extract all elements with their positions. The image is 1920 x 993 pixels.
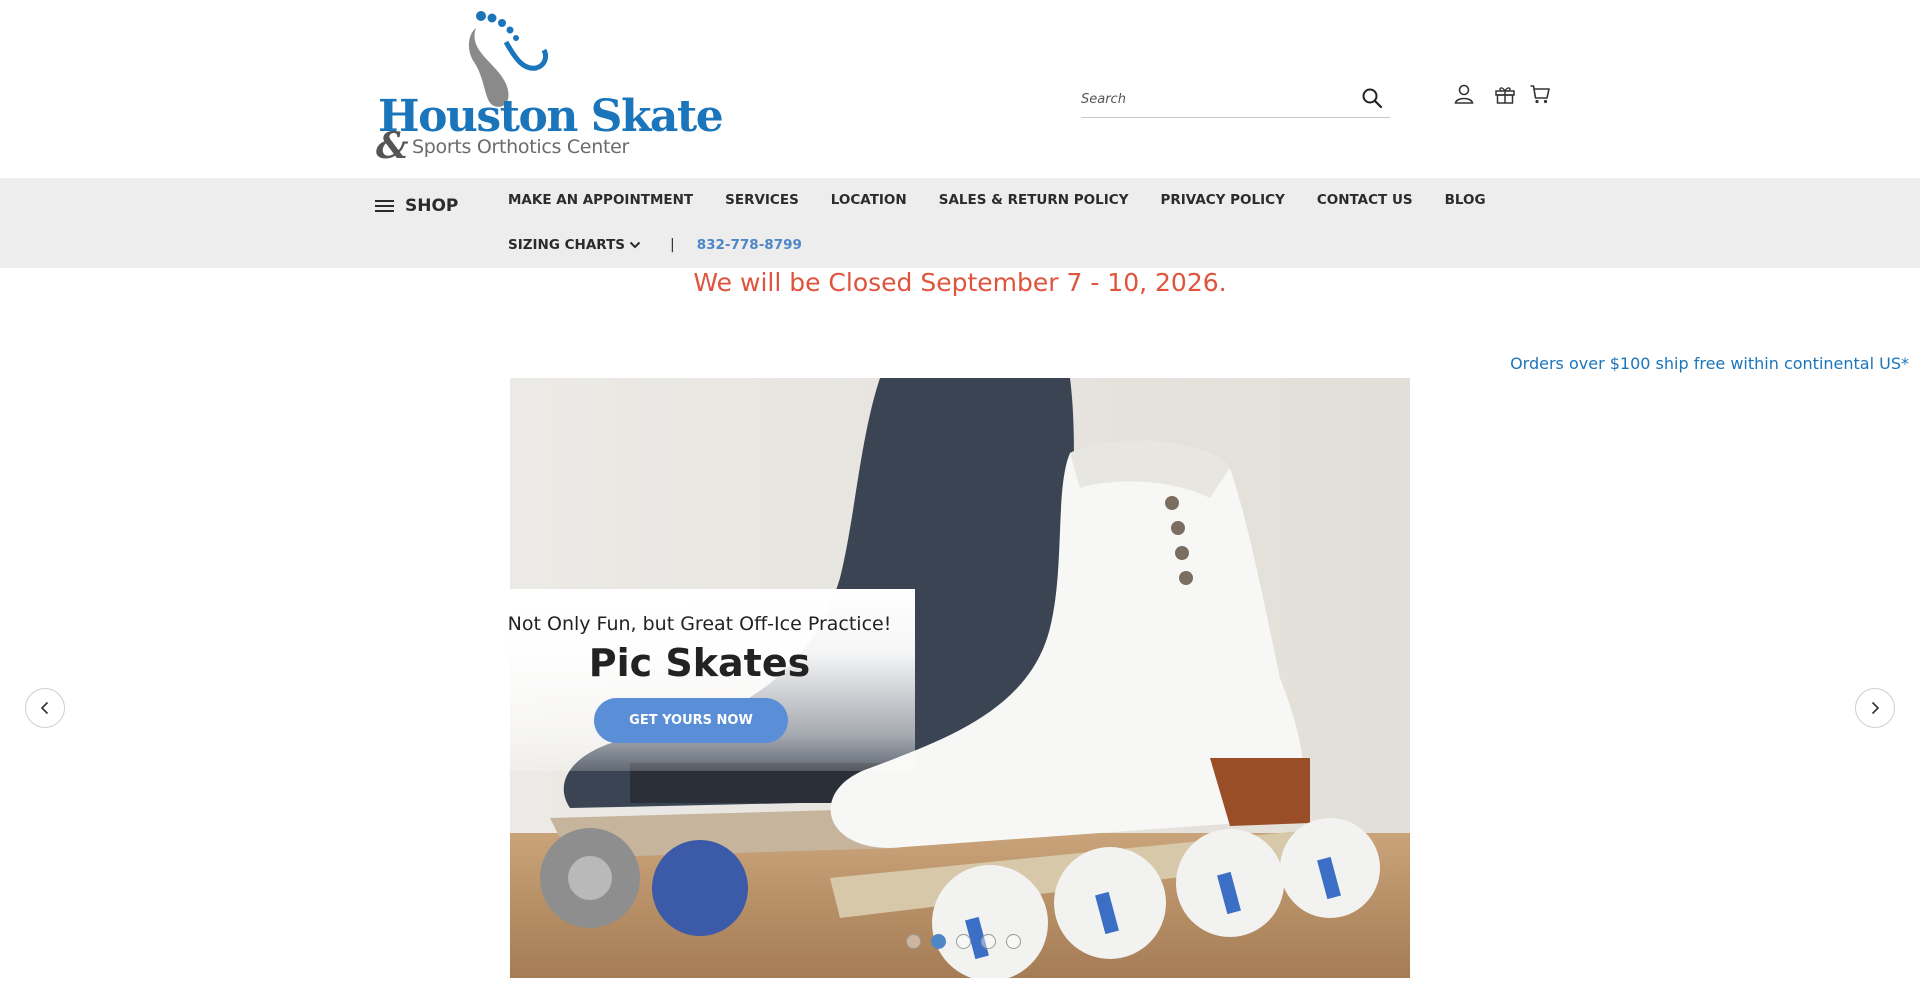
gift-icon[interactable] (1493, 82, 1517, 106)
chevron-right-icon (1871, 701, 1880, 715)
carousel-dot-active[interactable] (931, 934, 946, 949)
nav-separator: | (670, 237, 675, 253)
nav-row-secondary: SIZING CHARTS | 832-778-8799 (508, 235, 802, 255)
logo-ampersand: & (376, 125, 409, 167)
carousel-dot[interactable] (956, 934, 971, 949)
site-header: Houston Skate & Sports Orthotics Center (0, 0, 1920, 178)
hamburger-icon (375, 200, 394, 212)
shop-label: SHOP (405, 196, 459, 216)
search-input[interactable] (1081, 88, 1341, 110)
carousel-dot[interactable] (1006, 934, 1021, 949)
nav-item-location[interactable]: LOCATION (831, 190, 907, 210)
get-yours-now-button[interactable]: GET YOURS NOW (594, 698, 788, 743)
closure-notice: We will be Closed September 7 - 10, 2026… (693, 268, 1227, 297)
logo-title: Houston Skate (378, 91, 724, 142)
nav-item-make-appointment[interactable]: MAKE AN APPOINTMENT (508, 190, 693, 210)
shop-menu-button[interactable]: SHOP (375, 191, 458, 221)
account-icon[interactable] (1452, 82, 1476, 106)
nav-item-privacy-policy[interactable]: PRIVACY POLICY (1160, 190, 1284, 210)
shipping-notice: Orders over $100 ship free within contin… (1510, 354, 1909, 373)
site-logo[interactable]: Houston Skate & Sports Orthotics Center (376, 10, 724, 164)
nav-item-contact-us[interactable]: CONTACT US (1317, 190, 1413, 210)
carousel-next-button[interactable] (1855, 688, 1895, 728)
carousel-prev-button[interactable] (25, 688, 65, 728)
main-navigation: SHOP MAKE AN APPOINTMENT SERVICES LOCATI… (0, 178, 1920, 268)
chevron-down-icon (629, 241, 641, 249)
nav-item-sales-return-policy[interactable]: SALES & RETURN POLICY (939, 190, 1129, 210)
carousel-dots (906, 934, 1021, 949)
search-icon[interactable] (1360, 86, 1384, 110)
nav-item-sizing-charts[interactable]: SIZING CHARTS (508, 235, 642, 255)
cart-icon[interactable] (1528, 82, 1552, 106)
nav-item-blog[interactable]: BLOG (1445, 190, 1486, 210)
slide-title: Pic Skates (588, 641, 811, 685)
slide-caption: Not Only Fun, but Great Off-Ice Practice… (484, 589, 915, 771)
slide-subtitle: Not Only Fun, but Great Off-Ice Practice… (507, 613, 892, 635)
sizing-charts-label: SIZING CHARTS (508, 237, 626, 253)
nav-item-services[interactable]: SERVICES (725, 190, 799, 210)
logo-subtitle: Sports Orthotics Center (412, 136, 629, 158)
carousel-dot[interactable] (906, 934, 921, 949)
nav-row-primary: MAKE AN APPOINTMENT SERVICES LOCATION SA… (508, 190, 1518, 210)
carousel-dot[interactable] (981, 934, 996, 949)
search-bar (1081, 82, 1390, 118)
phone-link[interactable]: 832-778-8799 (697, 237, 802, 253)
chevron-left-icon (40, 701, 49, 715)
